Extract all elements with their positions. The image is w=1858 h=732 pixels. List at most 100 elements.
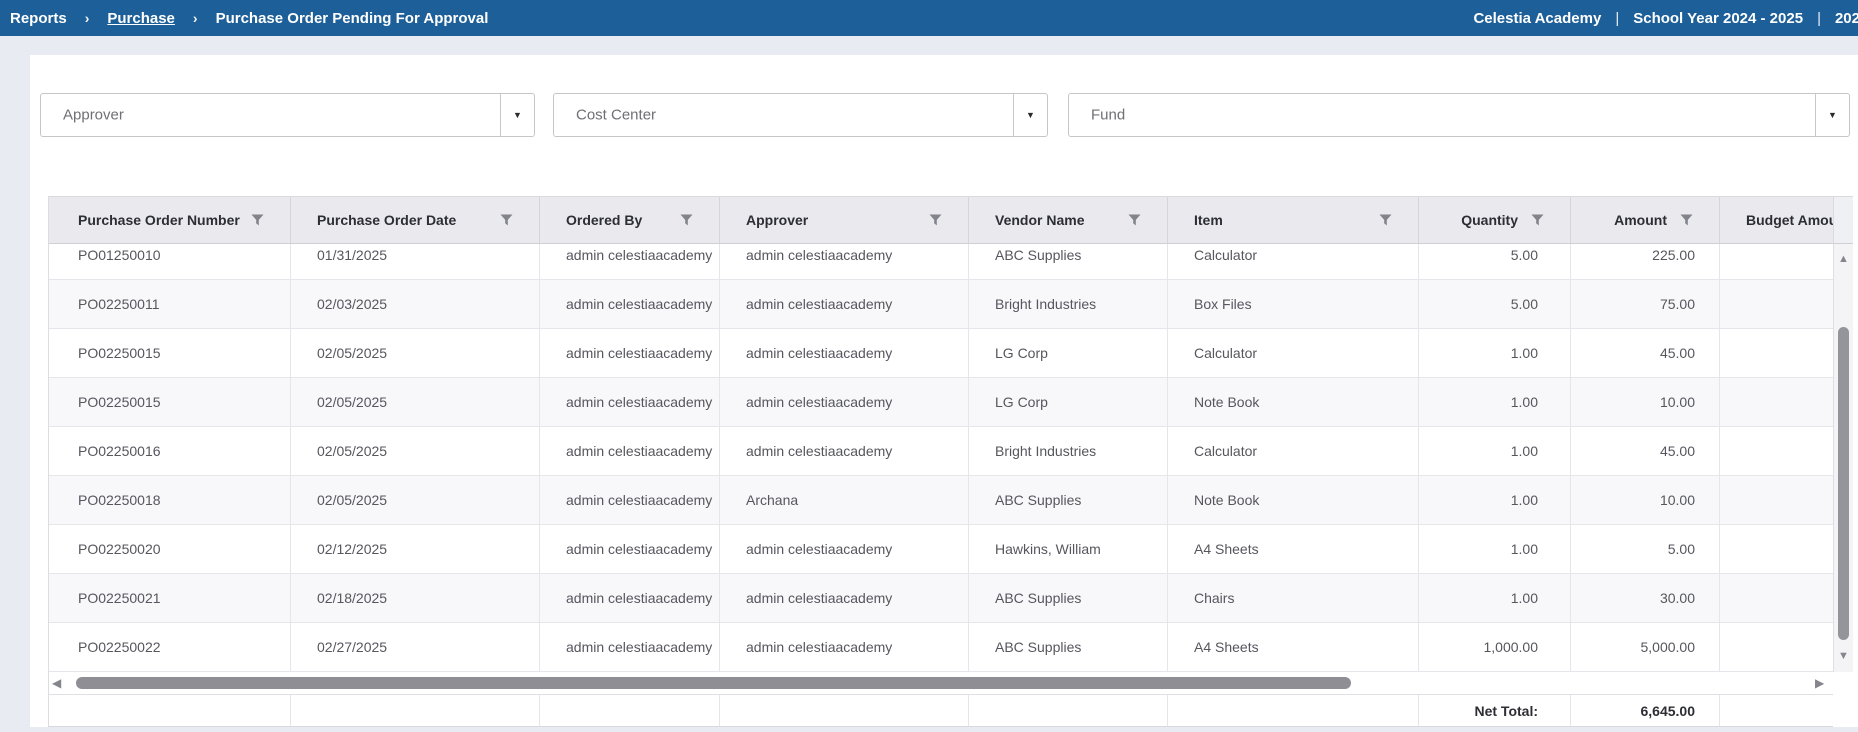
cell-amount: 45.00 xyxy=(1571,329,1720,377)
footer-cell xyxy=(291,695,540,726)
table-row[interactable]: PO02250011 02/03/2025 admin celestiaacadem… xyxy=(49,280,1833,329)
dropdown-arrow-zone[interactable]: ▼ xyxy=(500,94,534,136)
cell-text: PO02250015 xyxy=(78,393,161,410)
scroll-left-icon[interactable]: ◀ xyxy=(52,677,61,689)
filter-dropdown-fund[interactable]: Fund ▼ xyxy=(1068,93,1850,137)
dropdown-arrow-zone[interactable]: ▼ xyxy=(1815,94,1849,136)
table-row[interactable]: PO02250018 02/05/2025 admin celestiaacadem… xyxy=(49,476,1833,525)
breadcrumb-item-reports[interactable]: Reports xyxy=(10,10,67,27)
table-row[interactable]: PO02250021 02/18/2025 admin celestiaacadem… xyxy=(49,574,1833,623)
cell-purchase-order-date: 02/05/2025 xyxy=(291,378,540,426)
cell-purchase-order-date: 02/12/2025 xyxy=(291,525,540,573)
cell-text: 45.00 xyxy=(1659,344,1695,361)
column-header-label: Purchase Order Number xyxy=(78,212,240,228)
cell-text: ABC Supplies xyxy=(995,491,1082,508)
column-header-purchase-order-number[interactable]: Purchase Order Number xyxy=(49,197,291,243)
filter-icon[interactable] xyxy=(1680,214,1693,226)
cell-ordered-by: admin celestiaacademy xyxy=(540,244,720,279)
cell-vendor-name: ABC Supplies xyxy=(969,623,1168,671)
filter-dropdown-approver[interactable]: Approver ▼ xyxy=(40,93,535,137)
cell-text: Chairs xyxy=(1194,589,1235,606)
horizontal-scrollbar[interactable]: ◀ ▶ xyxy=(49,672,1853,694)
column-header-budget-amount[interactable]: Budget Amount xyxy=(1720,197,1833,243)
cell-purchase-order-date: 01/31/2025 xyxy=(291,244,540,279)
cell-item: Note Book xyxy=(1168,378,1419,426)
cell-ordered-by: admin celestiaacademy xyxy=(540,623,720,671)
column-header-quantity[interactable]: Quantity xyxy=(1419,197,1571,243)
cell-item: Calculator xyxy=(1168,427,1419,475)
school-info: Celestia Academy | School Year 2024 - 2025… xyxy=(1473,0,1858,36)
table-row[interactable]: PO01250010 01/31/2025 admin celestiaacadem… xyxy=(49,244,1833,280)
cell-approver: admin celestiaacademy xyxy=(720,427,969,475)
filter-icon[interactable] xyxy=(251,214,264,226)
cell-text: admin celestiaacademy xyxy=(746,246,893,263)
cell-vendor-name: Bright Industries xyxy=(969,427,1168,475)
filter-icon[interactable] xyxy=(1379,214,1392,226)
column-header-label: Approver xyxy=(746,212,809,228)
table-header: Purchase Order Number Purchase Order Date… xyxy=(49,196,1853,244)
column-header-amount[interactable]: Amount xyxy=(1571,197,1720,243)
cell-text: admin celestiaacademy xyxy=(566,393,713,410)
cell-text: 10.00 xyxy=(1659,393,1695,410)
cell-text: 5,000.00 xyxy=(1640,638,1696,655)
cell-text: Bright Industries xyxy=(995,442,1097,459)
breadcrumb-item-purchase-order-pending-for-approval[interactable]: Purchase Order Pending For Approval xyxy=(216,10,489,27)
filter-icon[interactable] xyxy=(929,214,942,226)
filter-dropdown-cost-center[interactable]: Cost Center ▼ xyxy=(553,93,1048,137)
footer-cell xyxy=(540,695,720,726)
cell-item: Calculator xyxy=(1168,244,1419,279)
cell-text: Calculator xyxy=(1194,246,1258,263)
cell-approver: admin celestiaacademy xyxy=(720,280,969,328)
cell-text: Calculator xyxy=(1194,344,1258,361)
column-header-label: Vendor Name xyxy=(995,212,1085,228)
column-header-approver[interactable]: Approver xyxy=(720,197,969,243)
column-header-vendor-name[interactable]: Vendor Name xyxy=(969,197,1168,243)
cell-item: Chairs xyxy=(1168,574,1419,622)
scroll-down-icon[interactable]: ▼ xyxy=(1834,651,1853,662)
cell-budget-amount xyxy=(1720,280,1833,328)
cell-text: Note Book xyxy=(1194,393,1260,410)
filter-icon[interactable] xyxy=(1128,214,1141,226)
breadcrumb-item-purchase[interactable]: Purchase xyxy=(107,10,175,27)
scroll-up-icon[interactable]: ▲ xyxy=(1834,254,1853,265)
cell-vendor-name: Hawkins, William xyxy=(969,525,1168,573)
filter-placeholder: Approver xyxy=(63,106,124,124)
table-footer-row: Net Total: 6,645.00 xyxy=(49,694,1833,727)
cell-purchase-order-number: PO02250011 xyxy=(49,280,291,328)
dropdown-arrow-zone[interactable]: ▼ xyxy=(1013,94,1047,136)
cell-approver: admin celestiaacademy xyxy=(720,525,969,573)
cell-vendor-name: Bright Industries xyxy=(969,280,1168,328)
table-row[interactable]: PO02250015 02/05/2025 admin celestiaacadem… xyxy=(49,378,1833,427)
scroll-right-icon[interactable]: ▶ xyxy=(1815,677,1824,689)
cell-text: 02/27/2025 xyxy=(317,638,388,655)
table-row[interactable]: PO02250020 02/12/2025 admin celestiaacadem… xyxy=(49,525,1833,574)
column-header-label: Quantity xyxy=(1461,212,1518,228)
school-info-segment: Celestia Academy xyxy=(1473,9,1602,27)
cell-quantity: 1.00 xyxy=(1419,574,1571,622)
cell-text: admin celestiaacademy xyxy=(566,442,713,459)
filter-icon[interactable] xyxy=(1531,214,1544,226)
cell-text: Box Files xyxy=(1194,295,1252,312)
cell-text: A4 Sheets xyxy=(1194,540,1259,557)
cell-text: 1.00 xyxy=(1510,540,1538,557)
cell-ordered-by: admin celestiaacademy xyxy=(540,574,720,622)
cell-text: 225.00 xyxy=(1652,246,1695,263)
column-header-ordered-by[interactable]: Ordered By xyxy=(540,197,720,243)
cell-amount: 225.00 xyxy=(1571,244,1720,279)
table-row[interactable]: PO02250016 02/05/2025 admin celestiaacadem… xyxy=(49,427,1833,476)
table-row[interactable]: PO02250022 02/27/2025 admin celestiaacadem… xyxy=(49,623,1833,672)
filter-icon[interactable] xyxy=(680,214,693,226)
column-header-purchase-order-date[interactable]: Purchase Order Date xyxy=(291,197,540,243)
column-header-item[interactable]: Item xyxy=(1168,197,1419,243)
horizontal-scroll-thumb[interactable] xyxy=(76,677,1351,689)
filter-icon[interactable] xyxy=(500,214,513,226)
cell-ordered-by: admin celestiaacademy xyxy=(540,329,720,377)
cell-text: Calculator xyxy=(1194,442,1258,459)
table-row[interactable]: PO02250015 02/05/2025 admin celestiaacadem… xyxy=(49,329,1833,378)
cell-item: A4 Sheets xyxy=(1168,525,1419,573)
cell-text: A4 Sheets xyxy=(1194,638,1259,655)
cell-text: Note Book xyxy=(1194,491,1260,508)
cell-purchase-order-number: PO02250022 xyxy=(49,623,291,671)
vertical-scrollbar[interactable]: ▲ ▼ xyxy=(1833,244,1853,672)
vertical-scroll-thumb[interactable] xyxy=(1838,327,1849,640)
